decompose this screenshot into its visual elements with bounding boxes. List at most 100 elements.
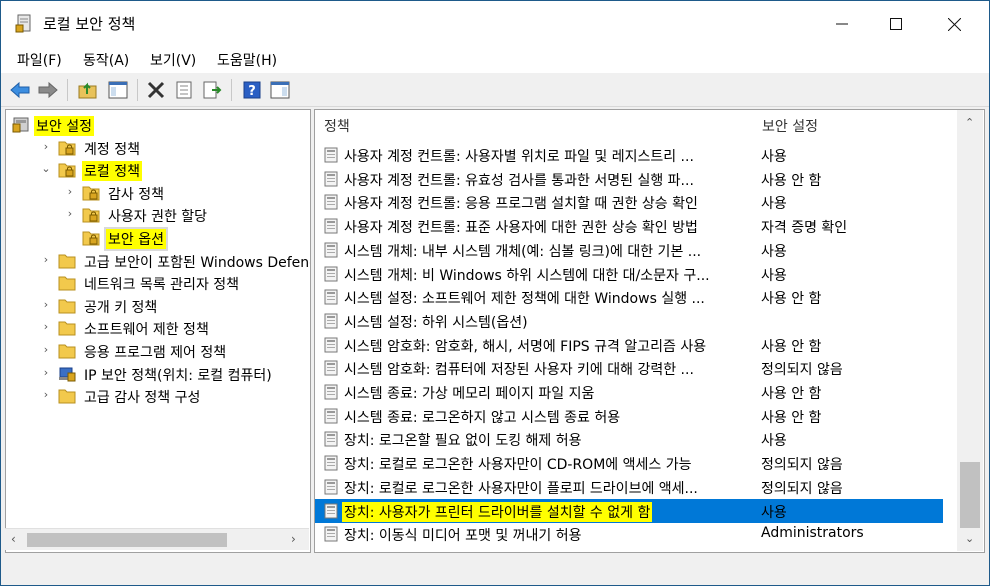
forward-button[interactable] [37, 79, 59, 101]
policy-icon [323, 455, 339, 471]
back-button[interactable] [9, 79, 31, 101]
show-hide-tree-button[interactable] [107, 79, 129, 101]
scroll-thumb[interactable] [27, 533, 227, 547]
menu-file[interactable]: 파일(F) [17, 50, 62, 70]
table-row[interactable]: 사용자 계정 컨트롤: 응용 프로그램 설치할 때 권한 상승 확인 사용 [315, 190, 943, 214]
policy-setting: 사용 [761, 504, 787, 521]
table-row[interactable]: 장치: 이동식 미디어 포맷 및 꺼내기 허용 Administrators [315, 522, 943, 546]
policy-setting: 사용 [761, 267, 787, 284]
expand-chevron-icon[interactable]: › [64, 185, 76, 198]
tree-item[interactable]: › 사용자 권한 할당 [6, 204, 310, 226]
tree-item[interactable]: › IP 보안 정책(위치: 로컬 컴퓨터) [6, 363, 310, 385]
tree-horizontal-scrollbar[interactable]: ‹ › [5, 528, 309, 550]
tree-item-label: 응용 프로그램 제어 정책 [84, 345, 227, 361]
folder-icon [58, 387, 76, 404]
expand-chevron-icon[interactable]: › [40, 298, 52, 311]
table-row[interactable]: 장치: 로컬로 로그온한 사용자만이 플로피 드라이브에 액세... 정의되지 않… [315, 475, 943, 499]
tree-item[interactable]: › 공개 키 정책 [6, 295, 310, 317]
up-folder-button[interactable] [77, 79, 99, 101]
tree-item[interactable]: › 계정 정책 [6, 137, 310, 159]
table-row[interactable]: 시스템 종료: 가상 메모리 페이지 파일 지움 사용 안 함 [315, 380, 943, 404]
policy-icon [323, 313, 339, 329]
delete-button[interactable] [145, 79, 167, 101]
properties-button[interactable] [173, 79, 195, 101]
menu-view[interactable]: 보기(V) [150, 50, 196, 70]
action-pane-button[interactable] [269, 79, 291, 101]
tree-item[interactable]: › 고급 감사 정책 구성 [6, 385, 310, 407]
minimize-button[interactable] [813, 1, 871, 47]
scroll-right-icon[interactable]: › [291, 532, 296, 546]
tree-item-label: 로컬 정책 [82, 161, 142, 182]
expand-chevron-icon[interactable]: › [40, 388, 52, 401]
expand-chevron-icon[interactable]: › [40, 343, 52, 356]
back-arrow-icon [10, 81, 30, 99]
locked-folder-icon [82, 206, 100, 223]
table-row[interactable]: 시스템 암호화: 컴퓨터에 저장된 사용자 키에 대해 강력한 ... 정의되지 … [315, 356, 943, 380]
column-header-setting[interactable]: 보안 설정 [753, 110, 943, 142]
policy-setting: 사용 [761, 243, 787, 260]
console-tree: 보안 설정 › 계정 정책 ⌄ 로컬 정책 › 감사 정책 › 사용자 권한 할당 보안… [5, 109, 311, 553]
tree-item[interactable]: › 소프트웨어 제한 정책 [6, 317, 310, 339]
folder-icon [58, 274, 76, 291]
policy-icon [323, 337, 339, 353]
tree-item[interactable]: 보안 설정 [6, 114, 310, 136]
list-vertical-scrollbar[interactable]: ⌃ ⌄ [957, 110, 983, 551]
tree-item[interactable]: 보안 옵션 [6, 227, 310, 249]
policy-icon [323, 503, 339, 519]
table-row[interactable]: 사용자 계정 컨트롤: 유효성 검사를 통과한 서명된 실행 파... 사용 안 … [315, 167, 943, 191]
minimize-icon [836, 23, 848, 25]
table-row[interactable]: 시스템 설정: 소프트웨어 제한 정책에 대한 Windows 실행 ... 사용… [315, 285, 943, 309]
maximize-button[interactable] [867, 1, 925, 47]
policy-name: 시스템 개체: 비 Windows 하위 시스템에 대한 대/소문자 구... [344, 267, 710, 284]
tree-item[interactable]: › 고급 보안이 포함된 Windows Defenc [6, 250, 310, 272]
table-row[interactable]: 시스템 개체: 비 Windows 하위 시스템에 대한 대/소문자 구... 사… [315, 262, 943, 286]
expand-chevron-icon[interactable]: › [40, 366, 52, 379]
policy-setting: 사용 [761, 433, 787, 450]
scroll-left-icon[interactable]: ‹ [11, 532, 16, 546]
policy-name: 장치: 로그온할 필요 없이 도킹 해제 허용 [344, 433, 582, 450]
export-list-button[interactable] [201, 79, 223, 101]
table-row[interactable]: 사용자 계정 컨트롤: 사용자별 위치로 파일 및 레지스트리 ... 사용 [315, 143, 943, 167]
table-row[interactable]: 시스템 개체: 내부 시스템 개체(예: 심볼 링크)에 대한 기본 ... 사용 [315, 238, 943, 262]
expand-chevron-icon[interactable]: › [40, 140, 52, 153]
close-button[interactable] [925, 1, 983, 47]
menu-help[interactable]: 도움말(H) [217, 50, 277, 70]
policy-icon [323, 218, 339, 234]
policy-name: 장치: 로컬로 로그온한 사용자만이 CD-ROM에 액세스 가능 [344, 457, 692, 474]
export-list-icon [203, 81, 222, 99]
policy-icon [323, 431, 339, 447]
expand-chevron-icon[interactable]: › [64, 207, 76, 220]
table-row[interactable]: 장치: 로컬로 로그온한 사용자만이 CD-ROM에 액세스 가능 정의되지 않음 [315, 451, 943, 475]
table-row[interactable]: 장치: 로그온할 필요 없이 도킹 해제 허용 사용 [315, 427, 943, 451]
policy-icon [323, 384, 339, 400]
policy-icon [323, 526, 339, 542]
table-row[interactable]: 시스템 암호화: 암호화, 해시, 서명에 FIPS 규격 알고리즘 사용 사용 … [315, 333, 943, 357]
action-pane-icon [270, 81, 290, 99]
tree-item[interactable]: 네트워크 목록 관리자 정책 [6, 272, 310, 294]
policy-name: 시스템 암호화: 컴퓨터에 저장된 사용자 키에 대해 강력한 ... [344, 362, 694, 379]
tree-item[interactable]: › 감사 정책 [6, 182, 310, 204]
table-row[interactable]: 장치: 사용자가 프린터 드라이버를 설치할 수 없게 함 사용 [315, 498, 943, 523]
help-button[interactable]: ? [241, 79, 263, 101]
policy-setting: 사용 안 함 [761, 172, 822, 189]
policy-name: 시스템 종료: 로그온하지 않고 시스템 종료 허용 [344, 409, 621, 426]
column-header-policy[interactable]: 정책 [315, 110, 753, 142]
tree-item[interactable]: ⌄ 로컬 정책 [6, 159, 310, 182]
menu-action[interactable]: 동작(A) [83, 50, 129, 70]
policy-setting: 정의되지 않음 [761, 480, 843, 497]
collapse-chevron-icon[interactable]: ⌄ [40, 162, 52, 175]
tree-item[interactable]: › 응용 프로그램 제어 정책 [6, 340, 310, 362]
table-row[interactable]: 시스템 종료: 로그온하지 않고 시스템 종료 허용 사용 안 함 [315, 404, 943, 428]
delete-x-icon [147, 81, 165, 99]
scroll-up-icon[interactable]: ⌃ [965, 116, 974, 129]
expand-chevron-icon[interactable]: › [40, 253, 52, 266]
locked-folder-icon [82, 229, 100, 246]
table-row[interactable]: 사용자 계정 컨트롤: 표준 사용자에 대한 권한 상승 확인 방법 자격 증명 … [315, 214, 943, 238]
table-row[interactable]: 시스템 설정: 하위 시스템(옵션) [315, 309, 943, 333]
scroll-down-icon[interactable]: ⌄ [965, 532, 974, 545]
expand-chevron-icon[interactable]: › [40, 320, 52, 333]
policy-setting: 정의되지 않음 [761, 457, 843, 474]
policy-setting: 사용 안 함 [761, 386, 822, 402]
scroll-thumb[interactable] [960, 462, 980, 528]
policy-setting: 사용 안 함 [761, 291, 822, 308]
